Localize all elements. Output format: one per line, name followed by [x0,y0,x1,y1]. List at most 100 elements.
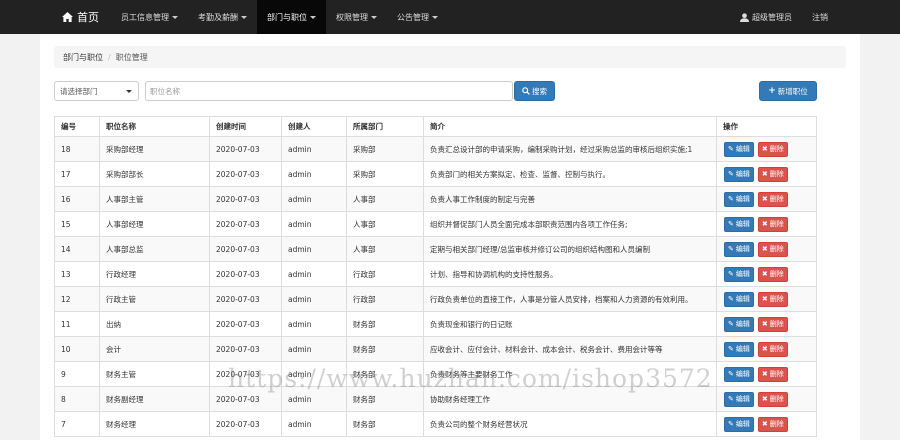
remove-icon: ✖ [761,394,768,403]
chevron-down-icon [126,90,132,93]
remove-icon: ✖ [761,144,768,153]
col-header-name: 职位名称 [99,116,210,137]
remove-icon: ✖ [761,169,768,178]
edit-button[interactable]: ✎ 编辑 [724,291,754,307]
home-link[interactable]: 首页 [0,0,111,34]
edit-button[interactable]: ✎ 编辑 [724,216,754,232]
edit-label: 编辑 [735,145,750,153]
table-row: 10 会计 2020-07-03 admin 财务部 应收会计、应付会计、材料会计、成本会… [54,336,817,362]
table-row: 11 出纳 2020-07-03 admin 财务部 负责现金和银行的日记账 ✎ 编辑 ✖ 删除 [54,311,817,337]
remove-icon: ✖ [761,369,768,378]
row-actions: ✎ 编辑 ✖ 删除 [723,216,816,232]
cell-id: 12 [54,286,100,312]
delete-button[interactable]: ✖ 删除 [757,341,788,357]
edit-button[interactable]: ✎ 编辑 [724,316,754,332]
delete-button[interactable]: ✖ 删除 [757,266,788,282]
nav-menu-2[interactable]: 部门与职位 [257,0,326,34]
delete-label: 删除 [769,395,784,403]
cell-desc: 组织并督促部门人员全面完成本部职责范围内各项工作任务; [423,211,717,237]
edit-button[interactable]: ✎ 编辑 [724,141,754,157]
edit-label: 编辑 [735,370,750,378]
row-actions: ✎ 编辑 ✖ 删除 [723,141,816,157]
delete-button[interactable]: ✖ 删除 [757,416,788,432]
row-actions: ✎ 编辑 ✖ 删除 [723,316,816,332]
cell-dept: 人事部 [346,186,424,212]
cell-created: 2020-07-03 [209,361,282,387]
cell-desc: 负责公司的整个财务经营状况 [423,411,717,437]
nav-menu-label: 部门与职位 [267,12,307,22]
cell-actions: ✎ 编辑 ✖ 删除 [716,286,817,312]
delete-button[interactable]: ✖ 删除 [757,316,788,332]
nav-menu-4[interactable]: 公告管理 [387,0,448,34]
remove-icon: ✖ [761,344,768,353]
delete-button[interactable]: ✖ 删除 [757,166,788,182]
edit-label: 编辑 [735,195,750,203]
position-name-input[interactable] [145,81,513,101]
nav-menu-3[interactable]: 权限管理 [326,0,387,34]
edit-button[interactable]: ✎ 编辑 [724,266,754,282]
row-actions: ✎ 编辑 ✖ 删除 [723,241,816,257]
remove-icon: ✖ [761,219,768,228]
edit-button[interactable]: ✎ 编辑 [724,166,754,182]
row-actions: ✎ 编辑 ✖ 删除 [723,266,816,282]
cell-desc: 协助财务经理工作 [423,386,717,412]
cell-actions: ✎ 编辑 ✖ 删除 [716,411,817,437]
delete-label: 删除 [769,220,784,228]
delete-button[interactable]: ✖ 删除 [757,191,788,207]
delete-button[interactable]: ✖ 删除 [757,216,788,232]
table-row: 18 采购部经理 2020-07-03 admin 采购部 负责汇总设计部的申请采购，编制… [54,136,817,162]
cell-created: 2020-07-03 [209,336,282,362]
logout-link[interactable]: 注销 [802,0,838,34]
cell-created: 2020-07-03 [209,186,282,212]
cell-created: 2020-07-03 [209,161,282,187]
table-row: 17 采购部部长 2020-07-03 admin 采购部 负责部门的相关方案拟定、检查、… [54,161,817,187]
cell-name: 人事部总监 [99,236,210,262]
cell-id: 9 [54,361,100,387]
edit-button[interactable]: ✎ 编辑 [724,366,754,382]
caret-down-icon [241,15,247,19]
search-icon [522,87,530,95]
edit-button[interactable]: ✎ 编辑 [724,341,754,357]
edit-button[interactable]: ✎ 编辑 [724,191,754,207]
user-label: 超级管理员 [752,12,792,22]
table-row: 16 人事部主管 2020-07-03 admin 人事部 负责人事工作制度的制定与完善 ✎… [54,186,817,212]
pencil-icon: ✎ [728,219,734,228]
user-menu[interactable]: 超级管理员 [730,0,802,34]
cell-created: 2020-07-03 [209,261,282,287]
edit-button[interactable]: ✎ 编辑 [724,391,754,407]
cell-dept: 行政部 [346,261,424,287]
remove-icon: ✖ [761,244,768,253]
pencil-icon: ✎ [728,194,734,203]
edit-button[interactable]: ✎ 编辑 [724,241,754,257]
cell-creator: admin [281,136,347,162]
edit-button[interactable]: ✎ 编辑 [724,416,754,432]
delete-button[interactable]: ✖ 删除 [757,241,788,257]
breadcrumb-parent[interactable]: 部门与职位 [63,52,103,63]
cell-created: 2020-07-03 [209,386,282,412]
breadcrumb: 部门与职位 / 职位管理 [54,46,846,68]
cell-name: 采购部部长 [99,161,210,187]
cell-creator: admin [281,261,347,287]
search-button[interactable]: 搜索 [514,81,555,101]
cell-actions: ✎ 编辑 ✖ 删除 [716,236,817,262]
nav-menu-0[interactable]: 员工信息管理 [111,0,188,34]
delete-button[interactable]: ✖ 删除 [757,141,788,157]
cell-desc: 定期与相关部门经理/总监审核并修订公司的组织结构图和人员编制 [423,236,717,262]
cell-created: 2020-07-03 [209,411,282,437]
delete-button[interactable]: ✖ 删除 [757,366,788,382]
cell-name: 出纳 [99,311,210,337]
cell-dept: 财务部 [346,311,424,337]
cell-id: 14 [54,236,100,262]
row-actions: ✎ 编辑 ✖ 删除 [723,166,816,182]
cell-id: 16 [54,186,100,212]
add-position-button[interactable]: + 新增职位 [759,81,817,101]
pencil-icon: ✎ [728,169,734,178]
nav-menu-1[interactable]: 考勤及薪酬 [188,0,257,34]
remove-icon: ✖ [761,319,768,328]
delete-button[interactable]: ✖ 删除 [757,291,788,307]
caret-down-icon [371,15,377,19]
cell-dept: 采购部 [346,136,424,162]
department-select[interactable]: 请选择部门 [54,81,139,101]
user-icon [740,12,749,22]
delete-button[interactable]: ✖ 删除 [757,391,788,407]
